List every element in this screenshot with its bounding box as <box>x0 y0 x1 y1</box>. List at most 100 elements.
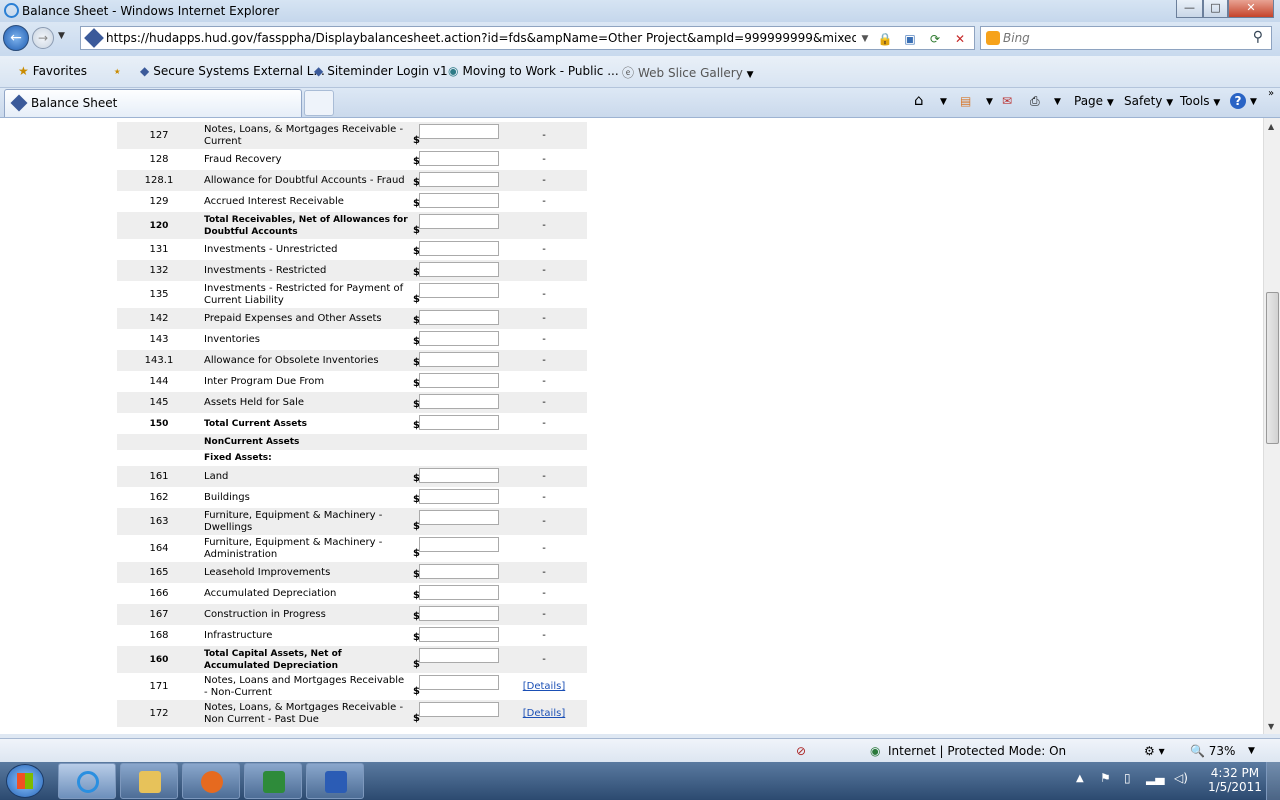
amount-input[interactable] <box>419 214 499 229</box>
safety-menu[interactable]: Safety ▼ <box>1124 94 1173 108</box>
amount-input[interactable] <box>419 394 499 409</box>
mail-icon[interactable]: ✉ <box>1002 94 1012 108</box>
amount-input[interactable] <box>419 283 499 298</box>
zoom-level[interactable]: 🔍 73% <box>1190 744 1235 758</box>
amount-input[interactable] <box>419 151 499 166</box>
amount-input[interactable] <box>419 172 499 187</box>
lock-icon[interactable]: 🔒 <box>876 30 894 48</box>
details-link[interactable]: [Details] <box>523 708 565 719</box>
show-hidden-icons[interactable]: ▲ <box>1076 773 1084 784</box>
home-dropdown-icon[interactable]: ▼ <box>940 97 947 107</box>
line-description: Prepaid Expenses and Other Assets <box>201 308 411 329</box>
amount-input[interactable] <box>419 373 499 388</box>
amount-input[interactable] <box>419 702 499 717</box>
home-icon[interactable]: ⌂ <box>914 91 924 109</box>
forward-button[interactable]: → <box>32 27 54 49</box>
line-description: Inventories <box>204 333 260 345</box>
favorites-button[interactable]: ★ Favorites <box>18 64 87 78</box>
stop-icon[interactable]: ✕ <box>951 30 969 48</box>
help-icon[interactable]: ? <box>1230 93 1246 109</box>
scroll-thumb[interactable] <box>1266 292 1279 444</box>
feeds-icon[interactable]: ▤ <box>960 94 971 108</box>
favorite-secure-systems[interactable]: ◆ Secure Systems External L... <box>140 64 325 78</box>
privacy-icon[interactable]: ⊘ <box>796 744 806 758</box>
amount-input[interactable] <box>419 415 499 430</box>
favorite-siteminder-login[interactable]: ◆ Siteminder Login v1 <box>314 64 448 78</box>
amount-input[interactable] <box>419 510 499 525</box>
line-number: 145 <box>117 392 201 413</box>
site-icon <box>10 94 28 112</box>
amount-input[interactable] <box>419 193 499 208</box>
close-button[interactable]: ✕ <box>1228 0 1274 18</box>
amount-input[interactable] <box>419 564 499 579</box>
amount-input[interactable] <box>419 310 499 325</box>
line-number <box>117 434 201 450</box>
zoom-dropdown-icon[interactable]: ▼ <box>1248 746 1255 756</box>
taskbar-explorer[interactable] <box>120 763 178 799</box>
amount-input[interactable] <box>419 648 499 663</box>
amount-input[interactable] <box>419 124 499 139</box>
feeds-dropdown-icon[interactable]: ▼ <box>986 97 993 107</box>
volume-icon[interactable]: ◁) <box>1174 771 1188 785</box>
protected-mode-icon[interactable]: ⚙ ▾ <box>1144 744 1165 758</box>
amount-input[interactable] <box>419 537 499 552</box>
line-number: 160 <box>117 646 201 673</box>
recent-pages-chevron-icon[interactable]: ▼ <box>58 31 65 41</box>
search-input[interactable] <box>1003 29 1243 47</box>
taskbar-internet-explorer[interactable] <box>58 763 116 799</box>
address-dropdown-icon[interactable]: ▼ <box>856 30 874 48</box>
tools-menu[interactable]: Tools ▼ <box>1180 94 1220 108</box>
details-link[interactable]: [Details] <box>523 681 565 692</box>
search-icon[interactable]: ⚲ <box>1253 29 1263 45</box>
maximize-button[interactable]: □ <box>1203 0 1228 18</box>
device-icon[interactable]: ▯ <box>1124 771 1131 785</box>
amount-input[interactable] <box>419 675 499 690</box>
amount-cell: $ <box>411 583 501 604</box>
amount-input[interactable] <box>419 489 499 504</box>
amount-input[interactable] <box>419 352 499 367</box>
line-description: Investments - Unrestricted <box>204 243 338 255</box>
network-icon[interactable]: ▂▄ <box>1146 771 1164 785</box>
chevron-more-icon[interactable]: » <box>1268 88 1274 99</box>
vertical-scrollbar[interactable]: ▲ ▼ <box>1263 118 1280 734</box>
show-desktop-button[interactable] <box>1266 762 1280 800</box>
tab-balance-sheet[interactable]: Balance Sheet <box>4 89 302 117</box>
page-menu[interactable]: Page ▼ <box>1074 94 1114 108</box>
refresh-icon[interactable]: ⟳ <box>926 30 944 48</box>
address-field[interactable]: https://hudapps.hud.gov/fassppha/Display… <box>80 26 975 50</box>
add-to-favorites-bar-icon[interactable]: ⭑ <box>114 64 124 79</box>
print-icon[interactable]: ⎙ <box>1030 94 1040 109</box>
scroll-down-arrow-icon[interactable]: ▼ <box>1268 722 1274 731</box>
amount-input[interactable] <box>419 468 499 483</box>
compatibility-view-icon[interactable]: ▣ <box>901 30 919 48</box>
favorite-moving-to-work[interactable]: ◉ Moving to Work - Public ... <box>448 64 619 78</box>
line-description: Leasehold Improvements <box>201 562 411 583</box>
back-button[interactable]: ← <box>3 25 29 51</box>
start-button[interactable] <box>6 764 44 798</box>
chevron-down-icon: ▼ <box>746 70 754 80</box>
print-dropdown-icon[interactable]: ▼ <box>1054 97 1061 107</box>
new-tab-button[interactable] <box>304 90 334 116</box>
clock[interactable]: 4:32 PM 1/5/2011 <box>1208 766 1262 794</box>
amount-input[interactable] <box>419 262 499 277</box>
favorite-web-slice-gallery[interactable]: ⓔ Web Slice Gallery ▼ <box>622 64 754 81</box>
help-dropdown-icon[interactable]: ▼ <box>1250 97 1257 107</box>
amount-input[interactable] <box>419 606 499 621</box>
taskbar-word[interactable] <box>306 763 364 799</box>
url-text[interactable]: https://hudapps.hud.gov/fassppha/Display… <box>106 31 856 45</box>
minimize-button[interactable]: — <box>1176 0 1203 18</box>
taskbar-excel[interactable] <box>244 763 302 799</box>
amount-input[interactable] <box>419 585 499 600</box>
search-box[interactable]: ⚲ <box>980 26 1272 50</box>
value-cell: - <box>501 212 587 239</box>
taskbar-media-player[interactable] <box>182 763 240 799</box>
security-zone-text[interactable]: Internet | Protected Mode: On <box>888 744 1066 758</box>
scroll-up-arrow-icon[interactable]: ▲ <box>1268 122 1274 131</box>
action-center-icon[interactable]: ⚑ <box>1100 771 1111 785</box>
line-number: 143 <box>149 334 169 345</box>
star-icon: ★ <box>18 64 29 78</box>
amount-input[interactable] <box>419 241 499 256</box>
amount-cell: $ <box>411 700 501 727</box>
amount-input[interactable] <box>419 627 499 642</box>
amount-input[interactable] <box>419 331 499 346</box>
